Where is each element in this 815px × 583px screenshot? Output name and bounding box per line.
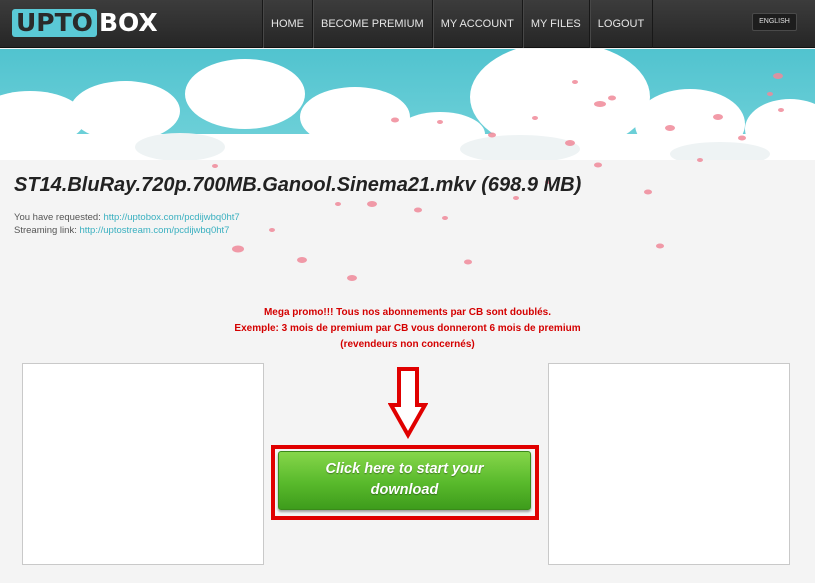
main-nav: HOME BECOME PREMIUM MY ACCOUNT MY FILES … xyxy=(262,0,654,48)
arrow-down-icon xyxy=(388,367,428,439)
streaming-label: Streaming link: xyxy=(14,225,77,236)
uptobox-logo[interactable]: UPTO BOX xyxy=(12,9,158,37)
requested-line: You have requested: http://uptobox.com/p… xyxy=(14,212,240,223)
nav-logout[interactable]: LOGOUT xyxy=(588,0,654,48)
ad-box-left[interactable] xyxy=(22,363,264,565)
nav-my-files[interactable]: MY FILES xyxy=(521,0,589,48)
ad-box-right[interactable] xyxy=(548,363,790,565)
file-title: ST14.BluRay.720p.700MB.Ganool.Sinema21.m… xyxy=(14,174,582,196)
streaming-link[interactable]: http://uptostream.com/pcdijwbq0ht7 xyxy=(79,225,229,236)
requested-link[interactable]: http://uptobox.com/pcdijwbq0ht7 xyxy=(103,212,239,223)
requested-label: You have requested: xyxy=(14,212,101,223)
logo-part-upto: UPTO xyxy=(12,9,97,37)
download-label-line-2: download xyxy=(370,482,439,498)
start-download-button[interactable]: Click here to start your download xyxy=(278,451,531,510)
nav-my-account[interactable]: MY ACCOUNT xyxy=(431,0,522,48)
download-label-line-1: Click here to start your xyxy=(325,461,484,477)
promo-line-1: Mega promo!!! Tous nos abonnements par C… xyxy=(263,307,552,318)
streaming-line: Streaming link: http://uptostream.com/pc… xyxy=(14,225,229,236)
top-header: UPTO BOX HOME BECOME PREMIUM MY ACCOUNT … xyxy=(0,0,815,48)
nav-become-premium[interactable]: BECOME PREMIUM xyxy=(312,0,432,48)
logo-part-box: BOX xyxy=(98,8,158,37)
language-selector[interactable]: ENGLISH xyxy=(752,13,797,31)
nav-home[interactable]: HOME xyxy=(262,0,312,48)
promo-line-3: (revendeurs non concernés) xyxy=(340,339,475,350)
promo-line-2: Exemple: 3 mois de premium par CB vous d… xyxy=(234,323,581,334)
